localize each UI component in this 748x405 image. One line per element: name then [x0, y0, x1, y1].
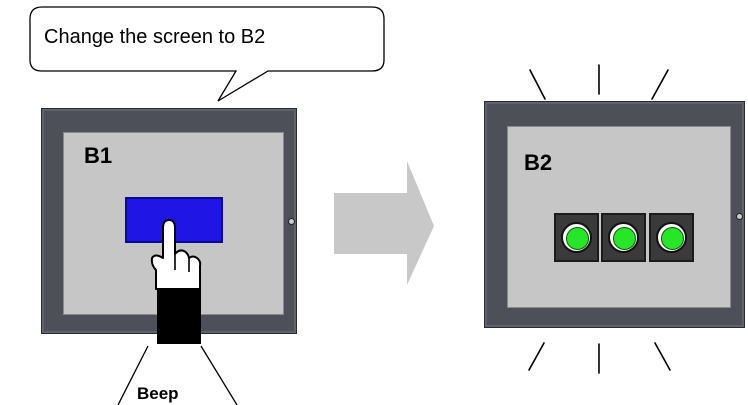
emphasis-line: [528, 342, 545, 371]
emphasis-lines: [528, 64, 671, 374]
emphasis-line: [529, 69, 546, 100]
emphasis-line: [654, 342, 671, 371]
emphasis-line: [651, 69, 669, 100]
